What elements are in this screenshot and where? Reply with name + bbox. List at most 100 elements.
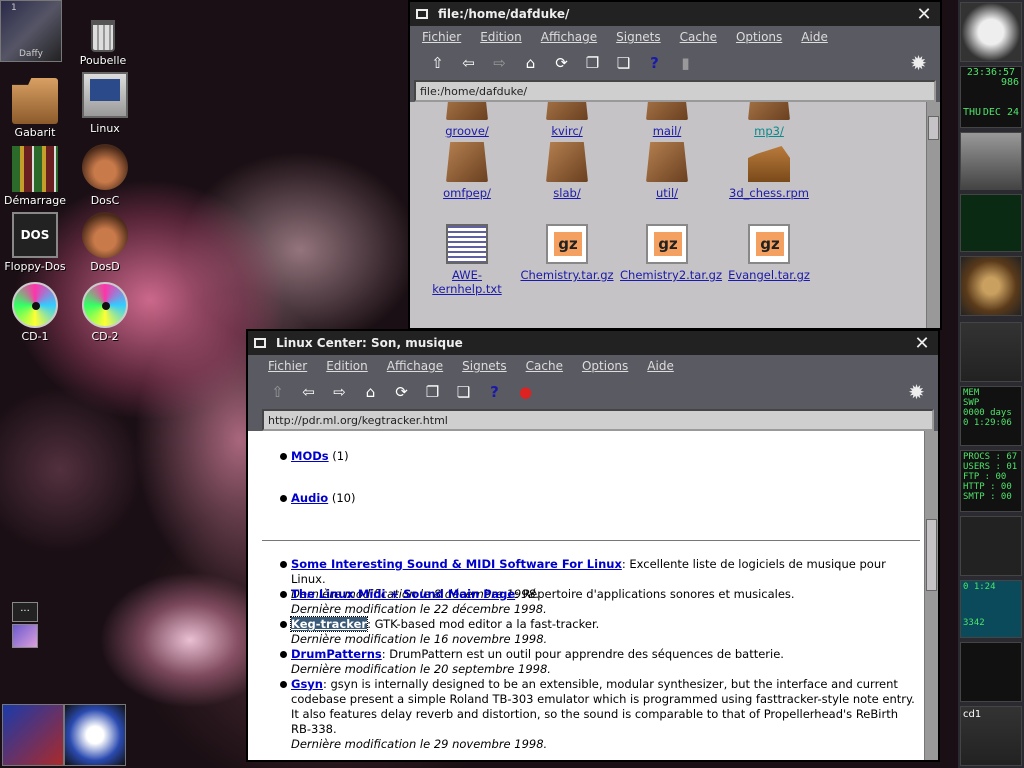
link-drumpatterns[interactable]: DrumPatterns bbox=[291, 647, 382, 661]
copy-icon[interactable]: ❐ bbox=[577, 54, 608, 72]
desktop-icon-dosc[interactable]: DosC bbox=[68, 144, 142, 207]
file-item[interactable]: groove/ bbox=[420, 102, 514, 138]
forward-arrow-icon[interactable]: ⇨ bbox=[484, 54, 515, 72]
link-linux-midi[interactable]: The Linux Midi + Sound Main Page bbox=[291, 587, 515, 601]
desktop-icon-floppy-dos[interactable]: DOS Floppy-Dos bbox=[0, 212, 72, 273]
file-view[interactable]: groove/ kvirc/ mail/ mp3/ omfpep/ slab/ … bbox=[410, 102, 926, 328]
up-arrow-icon[interactable]: ⇧ bbox=[422, 54, 453, 72]
menu-aide[interactable]: Aide bbox=[647, 359, 674, 373]
close-icon[interactable]: ✕ bbox=[914, 4, 934, 25]
linuxconf-icon[interactable] bbox=[64, 704, 126, 766]
file-name: AWE-kernhelp.txt bbox=[432, 268, 502, 296]
file-item[interactable]: 3d_chess.rpm bbox=[722, 142, 816, 200]
desktop-icon-linux[interactable]: Linux bbox=[68, 72, 142, 135]
help-icon[interactable]: ? bbox=[479, 383, 510, 401]
back-arrow-icon[interactable]: ⇦ bbox=[293, 383, 324, 401]
daffy-workspace-icon[interactable]: 1 Daffy bbox=[0, 0, 62, 62]
vertical-scrollbar[interactable] bbox=[924, 431, 938, 760]
file-item[interactable]: mail/ bbox=[620, 102, 714, 138]
forward-arrow-icon[interactable]: ⇨ bbox=[324, 383, 355, 401]
gear-icon[interactable]: ✹ bbox=[901, 380, 932, 404]
monitor-icon[interactable] bbox=[960, 132, 1022, 190]
menu-cache[interactable]: Cache bbox=[680, 30, 717, 44]
desktop-icon-label: Gabarit bbox=[14, 126, 56, 139]
menu-options[interactable]: Options bbox=[582, 359, 628, 373]
reload-icon[interactable]: ⟳ bbox=[546, 54, 577, 72]
location-bar bbox=[410, 78, 940, 104]
paste-icon[interactable]: ❏ bbox=[448, 383, 479, 401]
menu-affichage[interactable]: Affichage bbox=[387, 359, 443, 373]
file-item[interactable]: slab/ bbox=[520, 142, 614, 200]
window-menu-icon[interactable] bbox=[254, 338, 266, 348]
gear-icon[interactable]: ✹ bbox=[903, 51, 934, 75]
file-item[interactable]: mp3/ bbox=[722, 102, 816, 138]
menu-affichage[interactable]: Affichage bbox=[541, 30, 597, 44]
archive-icon bbox=[748, 224, 790, 264]
desktop-icon-dosd[interactable]: DosD bbox=[68, 212, 142, 273]
stop-icon[interactable]: ▮ bbox=[670, 54, 701, 72]
vertical-scrollbar[interactable] bbox=[926, 102, 940, 328]
menu-fichier[interactable]: Fichier bbox=[268, 359, 307, 373]
paste-icon[interactable]: ❏ bbox=[608, 54, 639, 72]
load-graph-icon[interactable] bbox=[960, 194, 1022, 252]
wheel-icon[interactable] bbox=[960, 256, 1022, 316]
menu-edition[interactable]: Edition bbox=[326, 359, 368, 373]
back-arrow-icon[interactable]: ⇦ bbox=[453, 54, 484, 72]
file-item[interactable]: Evangel.tar.gz bbox=[722, 224, 816, 282]
file-item[interactable]: Chemistry2.tar.gz bbox=[620, 224, 722, 282]
desktop-icon-trash[interactable]: Poubelle bbox=[66, 14, 140, 67]
home-icon[interactable]: ⌂ bbox=[515, 54, 546, 72]
file-name: mail/ bbox=[652, 124, 682, 138]
menu-edition[interactable]: Edition bbox=[480, 30, 522, 44]
gnome-get-icon[interactable] bbox=[2, 704, 64, 766]
mini-app-icon[interactable] bbox=[12, 624, 38, 648]
menu-aide[interactable]: Aide bbox=[801, 30, 828, 44]
reload-icon[interactable]: ⟳ bbox=[386, 383, 417, 401]
link-gsyn[interactable]: Gsyn bbox=[291, 677, 323, 691]
menu-signets[interactable]: Signets bbox=[462, 359, 507, 373]
menu-fichier[interactable]: Fichier bbox=[422, 30, 461, 44]
scrollbar-thumb[interactable] bbox=[928, 116, 939, 140]
volume-icon[interactable] bbox=[960, 516, 1022, 576]
file-item[interactable]: kvirc/ bbox=[520, 102, 614, 138]
menu-cache[interactable]: Cache bbox=[526, 359, 563, 373]
desktop-icon-gabarit[interactable]: Gabarit bbox=[0, 78, 72, 139]
procs-count: PROCS : 67 bbox=[963, 452, 1018, 462]
file-item[interactable]: util/ bbox=[620, 142, 714, 200]
file-item[interactable]: omfpep/ bbox=[420, 142, 514, 200]
title-bar[interactable]: Linux Center: Son, musique ✕ bbox=[248, 331, 938, 355]
file-manager-window[interactable]: file:/home/dafduke/ ✕ Fichier Edition Af… bbox=[408, 0, 942, 330]
browser-window[interactable]: Linux Center: Son, musique ✕ Fichier Edi… bbox=[246, 329, 940, 762]
scrollbar-thumb[interactable] bbox=[926, 519, 937, 591]
title-bar[interactable]: file:/home/dafduke/ ✕ bbox=[410, 2, 940, 26]
wm-logo-icon[interactable] bbox=[960, 2, 1022, 62]
menu-options[interactable]: Options bbox=[736, 30, 782, 44]
mail-icon[interactable] bbox=[960, 322, 1022, 382]
stop-icon[interactable]: ● bbox=[510, 383, 541, 401]
desktop-icon-demarrage[interactable]: Démarrage bbox=[0, 146, 72, 207]
copy-icon[interactable]: ❐ bbox=[417, 383, 448, 401]
close-icon[interactable]: ✕ bbox=[912, 333, 932, 354]
cd-player-panel[interactable]: cd1 bbox=[960, 706, 1022, 766]
cd-label: cd1 bbox=[963, 709, 982, 720]
help-icon[interactable]: ? bbox=[639, 54, 670, 72]
desktop-icon-cd2[interactable]: CD-2 bbox=[68, 282, 142, 343]
mini-window-label[interactable]: ... bbox=[12, 602, 38, 622]
location-input[interactable] bbox=[414, 80, 936, 102]
desktop-icon-cd1[interactable]: CD-1 bbox=[0, 282, 72, 343]
location-input[interactable] bbox=[262, 409, 934, 431]
toolbar: ⇧ ⇦ ⇨ ⌂ ⟳ ❐ ❏ ? ▮ ✹ bbox=[410, 48, 940, 78]
swp-label: SWP bbox=[963, 398, 980, 408]
link-sound-midi[interactable]: Some Interesting Sound & MIDI Software F… bbox=[291, 557, 622, 571]
window-menu-icon[interactable] bbox=[416, 9, 428, 19]
up-arrow-icon[interactable]: ⇧ bbox=[262, 383, 293, 401]
link-mods[interactable]: MODs bbox=[291, 449, 329, 463]
file-item[interactable]: Chemistry.tar.gz bbox=[520, 224, 614, 282]
link-keg-tracker[interactable]: Keg-tracker bbox=[289, 616, 369, 632]
home-icon[interactable]: ⌂ bbox=[355, 383, 386, 401]
file-item[interactable]: AWE-kernhelp.txt bbox=[420, 224, 514, 296]
menu-signets[interactable]: Signets bbox=[616, 30, 661, 44]
workspace-pager-icon[interactable] bbox=[960, 642, 1022, 702]
desktop-icon-label: Poubelle bbox=[79, 54, 127, 67]
link-audio[interactable]: Audio bbox=[291, 491, 328, 505]
